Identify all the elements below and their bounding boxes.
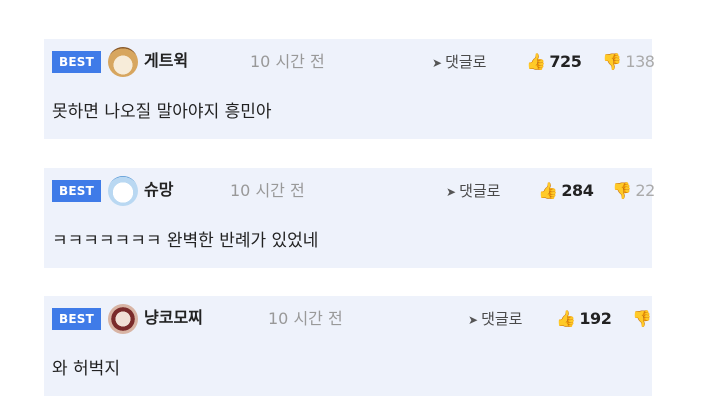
reply-label: 댓글로 xyxy=(481,310,523,328)
comment-item: BEST 냥코모찌 10 시간 전 ➤ 댓글로 👍 192 👎 와 허벅지 xyxy=(44,296,652,396)
dislike-count: 138 xyxy=(625,52,655,71)
thumbs-down-icon: 👎 xyxy=(602,52,622,71)
dislike-button[interactable]: 👎 138 xyxy=(602,51,660,73)
dislike-count: 22 xyxy=(635,181,655,200)
send-arrow-icon: ➤ xyxy=(446,185,457,199)
comment-text: 와 허벅지 xyxy=(52,359,120,379)
comment-header: BEST 냥코모찌 10 시간 전 ➤ 댓글로 👍 192 👎 xyxy=(52,304,652,334)
send-arrow-icon: ➤ xyxy=(468,313,479,327)
dislike-button[interactable]: 👎 22 xyxy=(612,180,660,202)
comment-text: 못하면 나오질 말아야지 흥민아 xyxy=(52,102,272,122)
send-arrow-icon: ➤ xyxy=(432,56,443,70)
timestamp: 10 시간 전 xyxy=(268,309,343,328)
thumbs-up-icon: 👍 xyxy=(538,181,558,200)
avatar[interactable] xyxy=(108,47,138,77)
author-name[interactable]: 슈망 xyxy=(144,179,173,201)
avatar[interactable] xyxy=(108,304,138,334)
like-button[interactable]: 👍 284 xyxy=(538,180,594,202)
reply-label: 댓글로 xyxy=(445,53,487,71)
like-count: 284 xyxy=(561,181,594,200)
like-count: 725 xyxy=(549,52,582,71)
like-count: 192 xyxy=(579,309,612,328)
best-badge: BEST xyxy=(52,180,101,202)
like-button[interactable]: 👍 192 xyxy=(556,308,612,330)
comment-text: ㅋㅋㅋㅋㅋㅋㅋ 완벽한 반례가 있었네 xyxy=(52,231,319,251)
like-button[interactable]: 👍 725 xyxy=(526,51,582,73)
thumbs-up-icon: 👍 xyxy=(556,309,576,328)
timestamp: 10 시간 전 xyxy=(230,181,305,200)
best-badge: BEST xyxy=(52,308,101,330)
comment-header: BEST 게트윅 10 시간 전 ➤ 댓글로 👍 725 👎 138 xyxy=(52,47,655,77)
reply-button[interactable]: ➤ 댓글로 xyxy=(468,308,522,331)
best-badge: BEST xyxy=(52,51,101,73)
comment-list: BEST 게트윅 10 시간 전 ➤ 댓글로 👍 725 👎 138 못하면 나오질 … xyxy=(0,0,707,401)
thumbs-down-icon: 👎 xyxy=(612,181,632,200)
thumbs-up-icon: 👍 xyxy=(526,52,546,71)
timestamp: 10 시간 전 xyxy=(250,52,325,71)
reply-button[interactable]: ➤ 댓글로 xyxy=(446,180,500,203)
author-name[interactable]: 게트윅 xyxy=(144,50,188,72)
author-name[interactable]: 냥코모찌 xyxy=(144,307,203,329)
comment-header: BEST 슈망 10 시간 전 ➤ 댓글로 👍 284 👎 22 xyxy=(52,176,655,206)
reply-label: 댓글로 xyxy=(459,182,501,200)
comment-item: BEST 슈망 10 시간 전 ➤ 댓글로 👍 284 👎 22 ㅋㅋㅋㅋㅋㅋㅋ 완벽… xyxy=(44,168,655,268)
avatar[interactable] xyxy=(108,176,138,206)
thumbs-down-icon: 👎 xyxy=(632,309,652,328)
comment-item: BEST 게트윅 10 시간 전 ➤ 댓글로 👍 725 👎 138 못하면 나오질 … xyxy=(44,39,655,139)
dislike-button[interactable]: 👎 xyxy=(632,308,660,330)
reply-button[interactable]: ➤ 댓글로 xyxy=(432,51,486,74)
